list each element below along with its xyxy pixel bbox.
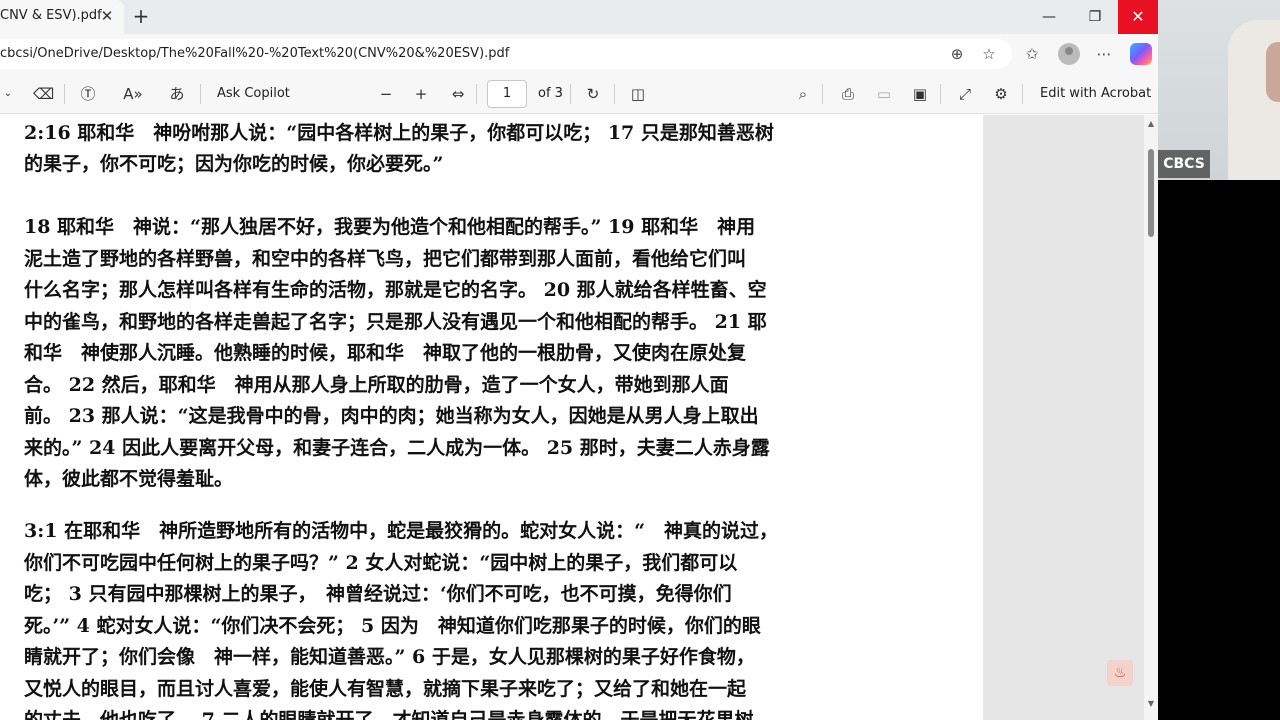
restore-button[interactable]: ❐ [1072, 0, 1118, 34]
text-line: 又悦人的眼目，而且讨人喜爱，能使人有智慧，就摘下果子来吃了；又给了和她在一起 [24, 678, 747, 700]
document-viewer: 2:16 耶和华 神吩咐那人说：“园中各样树上的果子，你都可以吃； 17 只是那… [0, 115, 1158, 720]
fullscreen-icon[interactable]: ⤢ [955, 84, 975, 104]
vertical-scrollbar[interactable]: ▲ ▼ [1144, 115, 1158, 720]
text-line: 前。 23 那人说：“这是我骨中的骨，肉中的肉；她当称为女人，因她是从男人身上取… [24, 405, 759, 427]
tab-pdf[interactable]: CNV & ESV).pdf ✕ [0, 0, 124, 34]
text-line: 来的。” 24 因此人要离开父母，和妻子连合，二人成为一体。 25 那时，夫妻二… [24, 437, 770, 459]
scroll-down-icon[interactable]: ▼ [1147, 699, 1155, 708]
translate-icon[interactable]: あ [167, 84, 187, 104]
tab-bar: CNV & ESV).pdf ✕ + — ❐ ✕ [0, 0, 1158, 34]
toolbar-divider [822, 84, 823, 104]
settings-gear-icon[interactable]: ⚙ [991, 84, 1011, 104]
eraser-icon[interactable]: ⌫ [33, 84, 54, 104]
toolbar-divider [570, 84, 571, 104]
acrobat-icon[interactable]: ♨ [1107, 660, 1133, 686]
address-bar: cbcsi/OneDrive/Desktop/The%20Fall%20-%20… [0, 34, 1158, 74]
copilot-icon[interactable] [1130, 43, 1152, 65]
favorite-star-icon[interactable]: ☆ [979, 44, 999, 64]
toolbar-divider [614, 84, 615, 104]
text-line: 吃； 3 只有园中那棵树上的果子， 神曾经说过：‘你们不可吃，也不可摸，免得你们 [24, 583, 732, 605]
text-line: 什么名字；那人怎样叫各样有生命的活物，那就是它的名字。 20 那人就给各样牲畜、… [24, 279, 767, 301]
ask-copilot-button[interactable]: Ask Copilot [217, 86, 290, 101]
fit-to-page-icon[interactable]: ⇔ [448, 84, 468, 104]
zoom-icon[interactable]: ⊕ [947, 44, 967, 64]
print-icon[interactable]: ⎙ [838, 84, 858, 104]
text-line: 合。 22 然后，耶和华 神用从那人身上所取的肋骨，造了一个女人，带她到那人面 [24, 374, 729, 396]
edit-with-acrobat-button[interactable]: Edit with Acrobat [1040, 86, 1151, 101]
rotate-icon[interactable]: ↻ [583, 84, 603, 104]
toolbar-divider [476, 84, 477, 104]
zoom-out-icon[interactable]: − [376, 84, 396, 104]
profile-avatar[interactable] [1058, 43, 1080, 65]
pdf-toolbar: ⌄ ⌫ Ⓣ A» あ Ask Copilot − + ⇔ 1 of 3 ↻ ◫ … [0, 74, 1158, 114]
presenter-face [1266, 42, 1280, 102]
text-line: 3:1 在耶和华 神所造野地所有的活物中，蛇是最狡猾的。蛇对女人说：“ 神真的说… [24, 520, 778, 542]
text-line: 18 耶和华 神说：“那人独居不好，我要为他造个和他相配的帮手。” 19 耶和华… [24, 216, 756, 238]
zoom-in-icon[interactable]: + [411, 84, 431, 104]
chevron-down-icon[interactable]: ⌄ [0, 84, 18, 104]
text-box-icon[interactable]: Ⓣ [78, 84, 98, 104]
toolbar-divider [64, 84, 65, 104]
more-icon[interactable]: ⋯ [1094, 44, 1114, 64]
minimize-button[interactable]: — [1026, 0, 1072, 34]
text-line: 2:16 耶和华 神吩咐那人说：“园中各样树上的果子，你都可以吃； 17 只是那… [24, 122, 774, 144]
text-line: 体，彼此都不觉得羞耻。 [24, 468, 234, 490]
page-number-input[interactable]: 1 [487, 80, 527, 108]
close-window-button[interactable]: ✕ [1118, 0, 1158, 34]
page-view-icon[interactable]: ◫ [628, 84, 648, 104]
search-icon[interactable]: ⌕ [793, 84, 813, 104]
text-line: 泥土造了野地的各样野兽，和空中的各样飞鸟，把它们都带到那人面前，看他给它们叫 [24, 248, 747, 270]
scroll-up-icon[interactable]: ▲ [1147, 119, 1155, 128]
text-line: 死。’” 4 蛇对女人说：“你们决不会死； 5 因为 神知道你们吃那果子的时候，… [24, 615, 761, 637]
scroll-thumb[interactable] [1148, 149, 1154, 237]
toolbar-divider [200, 84, 201, 104]
url-text: cbcsi/OneDrive/Desktop/The%20Fall%20-%20… [0, 46, 510, 61]
browser-window: CNV & ESV).pdf ✕ + — ❐ ✕ cbcsi/OneDrive/… [0, 0, 1158, 720]
toolbar-divider [1022, 84, 1023, 104]
save-icon[interactable]: ▭ [874, 84, 894, 104]
pdf-page: 2:16 耶和华 神吩咐那人说：“园中各样树上的果子，你都可以吃； 17 只是那… [0, 115, 983, 720]
text-line: 你们不可吃园中任何树上的果子吗？” 2 女人对蛇说：“园中树上的果子，我们都可以 [24, 552, 738, 574]
page-count: of 3 [538, 86, 563, 101]
text-line: 中的雀鸟，和野地的各样走兽起了名字；只是那人没有遇见一个和他相配的帮手。 21 … [24, 311, 767, 333]
new-tab-icon[interactable]: + [130, 5, 152, 27]
read-aloud-icon[interactable]: A» [123, 84, 143, 104]
text-line: 睛就开了；你们会像 神一样，能知道善恶。” 6 于是，女人见那棵树的果子好作食物… [24, 646, 755, 668]
webcam-label: CBCS [1158, 150, 1210, 178]
text-line: 的丈夫，他也吃了。 7 二人的眼睛就开了，才知道自己是赤身露体的，于是把无花果树 [24, 709, 754, 720]
tab-close-icon[interactable]: ✕ [98, 7, 116, 25]
toolbar-divider [940, 84, 941, 104]
tab-title: CNV & ESV).pdf [0, 8, 102, 23]
save-as-icon[interactable]: ▣ [910, 84, 930, 104]
favorites-icon[interactable]: ✩ [1022, 44, 1042, 64]
text-line: 的果子，你不可吃；因为你吃的时候，你必要死。” [24, 153, 444, 175]
text-line: 和华 神使那人沉睡。他熟睡的时候，耶和华 神取了他的一根肋骨，又使肉在原处复 [24, 342, 747, 364]
url-field[interactable]: cbcsi/OneDrive/Desktop/The%20Fall%20-%20… [0, 39, 1012, 69]
